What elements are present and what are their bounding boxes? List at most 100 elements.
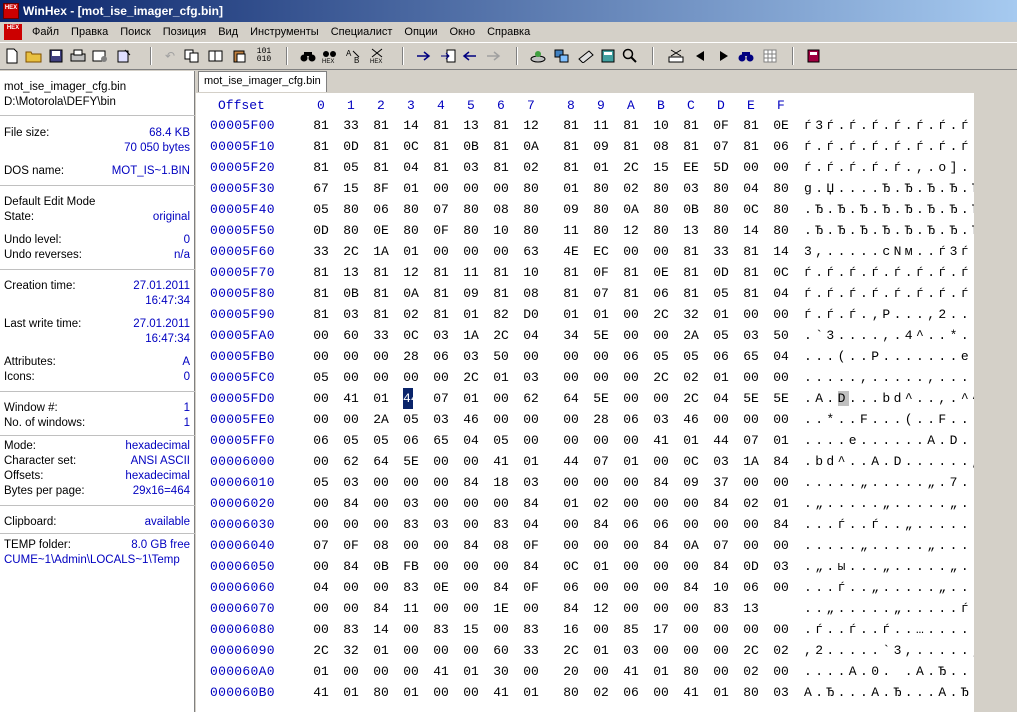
- hex-byte[interactable]: 81: [370, 136, 392, 157]
- hex-row[interactable]: 00005FC0 05 00 00 00 00 2C 01 03 00 00 00 2C 02 01 00 00…: [196, 367, 974, 388]
- hex-byte[interactable]: 00: [710, 619, 732, 640]
- hex-byte[interactable]: 08: [490, 199, 512, 220]
- hex-byte[interactable]: 09: [460, 283, 482, 304]
- book-icon[interactable]: [804, 47, 824, 65]
- hex-byte[interactable]: 44: [710, 430, 732, 451]
- hex-byte[interactable]: 00: [740, 514, 762, 535]
- ascii-text[interactable]: 3,.....cNм..ѓ3ѓ.: [804, 241, 974, 262]
- hex-byte[interactable]: 12: [590, 598, 612, 619]
- hex-byte[interactable]: 06: [430, 346, 452, 367]
- hex-byte[interactable]: 0A: [400, 283, 422, 304]
- hex-byte[interactable]: 81: [740, 115, 762, 136]
- hex-byte[interactable]: 0A: [620, 199, 642, 220]
- hex-byte[interactable]: 81: [490, 115, 512, 136]
- hex-byte[interactable]: 00: [490, 178, 512, 199]
- hex-byte[interactable]: 28: [400, 346, 422, 367]
- hex-byte[interactable]: 80: [340, 199, 362, 220]
- hex-byte[interactable]: 84: [520, 493, 542, 514]
- hex-byte[interactable]: 64: [560, 388, 582, 409]
- hex-byte[interactable]: 84: [560, 598, 582, 619]
- hex-byte[interactable]: 80: [740, 682, 762, 703]
- hex-byte[interactable]: 00: [340, 661, 362, 682]
- hex-row[interactable]: 00005F00 81 33 81 14 81 13 81 12 81 11 81 10 81 0F 81 0E…: [196, 115, 974, 136]
- hex-row[interactable]: 00006050 00 84 0B FB 00 00 00 84 0C 01 00 00 00 84 0D 03…: [196, 556, 974, 577]
- hex-byte[interactable]: 00: [560, 514, 582, 535]
- hex-byte[interactable]: 02: [400, 304, 422, 325]
- new-file-icon[interactable]: [2, 47, 22, 65]
- hex-byte[interactable]: 00: [430, 241, 452, 262]
- hex-byte[interactable]: 84: [590, 514, 612, 535]
- hex-byte[interactable]: 00: [460, 241, 482, 262]
- hex-byte[interactable]: 10: [710, 577, 732, 598]
- hex-byte[interactable]: FB: [400, 556, 422, 577]
- hex-byte[interactable]: 00: [430, 472, 452, 493]
- hex-byte[interactable]: 62: [520, 388, 542, 409]
- hex-byte[interactable]: 50: [770, 325, 792, 346]
- hex-byte[interactable]: 84: [340, 493, 362, 514]
- hex-byte[interactable]: 08: [650, 136, 672, 157]
- hex-byte[interactable]: 00: [770, 577, 792, 598]
- hex-byte[interactable]: 44: [403, 388, 419, 409]
- hex-byte[interactable]: 05: [650, 346, 672, 367]
- hex-byte[interactable]: 04: [460, 430, 482, 451]
- hex-row[interactable]: 00005F70 81 13 81 12 81 11 81 10 81 0F 81 0E 81 0D 81 0C…: [196, 262, 974, 283]
- hex-byte[interactable]: 08: [370, 535, 392, 556]
- hex-byte[interactable]: 03: [650, 409, 672, 430]
- replace-icon[interactable]: AB: [344, 47, 364, 65]
- calculator-icon[interactable]: [598, 47, 618, 65]
- hex-byte[interactable]: 00: [710, 514, 732, 535]
- hex-row[interactable]: 00005FD0 00 41 01 44 07 01 00 62 64 5E 00 00 2C 04 5E 5E…: [196, 388, 974, 409]
- hex-byte[interactable]: 03: [740, 325, 762, 346]
- hex-byte[interactable]: 0C: [400, 136, 422, 157]
- copy-block-icon[interactable]: [206, 47, 226, 65]
- hex-byte[interactable]: 1A: [740, 451, 762, 472]
- hex-byte[interactable]: 03: [340, 472, 362, 493]
- hex-byte[interactable]: 00: [590, 472, 612, 493]
- hex-byte[interactable]: 00: [590, 535, 612, 556]
- ascii-text[interactable]: A.Ђ...A.Ђ...A.Ђ.: [804, 682, 974, 703]
- hex-byte[interactable]: 80: [460, 220, 482, 241]
- hex-byte[interactable]: 84: [370, 598, 392, 619]
- replace-hex-icon[interactable]: HEX: [368, 47, 388, 65]
- menu-position[interactable]: Позиция: [157, 23, 213, 41]
- hex-byte[interactable]: 16: [560, 619, 582, 640]
- ascii-text[interactable]: g.Џ....Ђ.Ђ.Ђ.Ђ.Ђ: [804, 178, 974, 199]
- hex-byte[interactable]: 13: [460, 115, 482, 136]
- hex-byte[interactable]: 81: [560, 136, 582, 157]
- clone-icon[interactable]: [666, 47, 686, 65]
- hex-byte[interactable]: 00: [460, 598, 482, 619]
- hex-byte[interactable]: 01: [770, 493, 792, 514]
- hex-byte[interactable]: 81: [740, 136, 762, 157]
- hex-byte[interactable]: 01: [460, 661, 482, 682]
- hex-byte[interactable]: 00: [460, 178, 482, 199]
- hex-byte[interactable]: 07: [430, 199, 452, 220]
- hex-byte[interactable]: 00: [460, 451, 482, 472]
- hex-byte[interactable]: 02: [680, 367, 702, 388]
- hex-byte[interactable]: 2C: [620, 157, 642, 178]
- hex-byte[interactable]: 06: [710, 346, 732, 367]
- hex-byte[interactable]: 84: [710, 493, 732, 514]
- hex-byte[interactable]: 01: [590, 304, 612, 325]
- hex-byte[interactable]: 03: [520, 367, 542, 388]
- hex-byte[interactable]: 2C: [560, 640, 582, 661]
- hex-byte[interactable]: 00: [710, 661, 732, 682]
- hex-byte[interactable]: 00: [490, 241, 512, 262]
- hex-byte[interactable]: 09: [680, 472, 702, 493]
- ascii-text[interactable]: .....„.....„.7..: [804, 472, 974, 493]
- hex-byte[interactable]: 00: [770, 367, 792, 388]
- hex-byte[interactable]: 07: [740, 430, 762, 451]
- hex-row[interactable]: 000060A0 01 00 00 00 41 01 30 00 20 00 41 01 80 00 02 00…: [196, 661, 974, 682]
- forward-icon[interactable]: [484, 47, 504, 65]
- hex-byte[interactable]: 81: [430, 115, 452, 136]
- hex-byte[interactable]: 84: [770, 514, 792, 535]
- hex-byte[interactable]: 00: [310, 556, 332, 577]
- hex-byte[interactable]: 83: [400, 514, 422, 535]
- hex-byte[interactable]: 05: [310, 199, 332, 220]
- hex-byte[interactable]: 01: [620, 451, 642, 472]
- ascii-text[interactable]: .....„.....„....: [804, 535, 974, 556]
- hex-byte[interactable]: 2C: [650, 304, 672, 325]
- hex-byte[interactable]: 63: [520, 241, 542, 262]
- menu-view[interactable]: Вид: [212, 23, 244, 41]
- hex-byte[interactable]: 00: [310, 451, 332, 472]
- hex-byte[interactable]: 00: [770, 409, 792, 430]
